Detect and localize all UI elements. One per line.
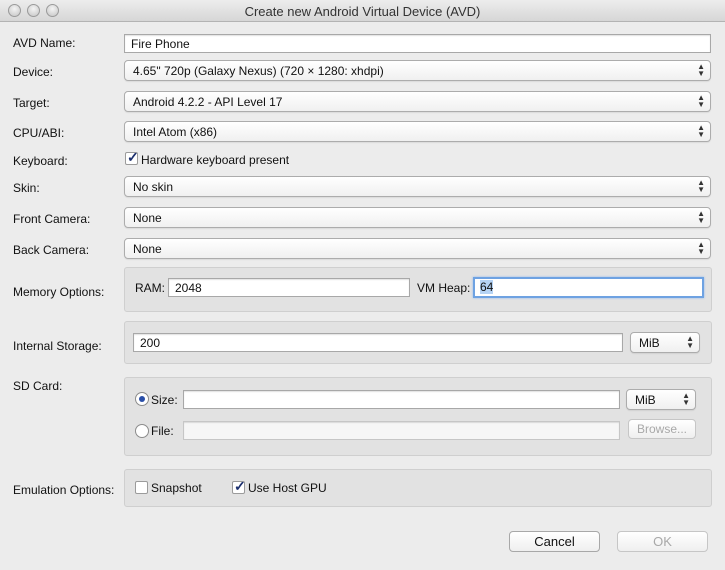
skin-label: Skin:	[13, 181, 40, 195]
back-camera-label: Back Camera:	[13, 243, 90, 257]
device-select-value: 4.65" 720p (Galaxy Nexus) (720 × 1280: x…	[133, 64, 384, 78]
select-arrows-icon: ▲ ▼	[682, 391, 690, 407]
vm-heap-input[interactable]: 64	[473, 277, 704, 298]
sd-card-label: SD Card:	[13, 379, 63, 393]
window-title: Create new Android Virtual Device (AVD)	[244, 4, 481, 19]
back-camera-select[interactable]: None ▲ ▼	[124, 238, 711, 259]
sd-size-unit-select[interactable]: MiB ▲ ▼	[626, 389, 696, 410]
front-camera-select-value: None	[133, 211, 162, 225]
avd-name-label: AVD Name:	[13, 36, 76, 50]
front-camera-label: Front Camera:	[13, 212, 91, 226]
select-arrows-icon: ▲ ▼	[697, 93, 705, 109]
vm-heap-label: VM Heap:	[417, 281, 471, 295]
back-camera-select-value: None	[133, 242, 162, 256]
sd-size-radio[interactable]	[135, 392, 149, 406]
keyboard-label: Keyboard:	[13, 154, 68, 168]
sd-file-label: File:	[151, 424, 174, 438]
cpu-abi-select[interactable]: Intel Atom (x86) ▲ ▼	[124, 121, 711, 142]
device-select[interactable]: 4.65" 720p (Galaxy Nexus) (720 × 1280: x…	[124, 60, 711, 81]
sd-file-radio[interactable]	[135, 424, 149, 438]
skin-select[interactable]: No skin ▲ ▼	[124, 176, 711, 197]
select-arrows-icon: ▲ ▼	[697, 62, 705, 78]
checkmark-icon: ✓	[127, 149, 139, 165]
radio-selected-dot	[139, 396, 145, 402]
target-select[interactable]: Android 4.2.2 - API Level 17 ▲ ▼	[124, 91, 711, 112]
internal-storage-input[interactable]: 200	[133, 333, 623, 352]
internal-storage-unit-value: MiB	[639, 336, 660, 350]
select-arrows-icon: ▲ ▼	[697, 209, 705, 225]
select-arrows-icon: ▲ ▼	[697, 178, 705, 194]
use-host-gpu-checkbox[interactable]: ✓	[232, 478, 246, 494]
hardware-keyboard-label: Hardware keyboard present	[141, 153, 290, 167]
sd-file-input[interactable]	[183, 421, 620, 440]
cancel-button[interactable]: Cancel	[509, 531, 600, 552]
target-select-value: Android 4.2.2 - API Level 17	[133, 95, 283, 109]
memory-options-label: Memory Options:	[13, 285, 105, 299]
title-bar: Create new Android Virtual Device (AVD)	[0, 0, 725, 22]
target-label: Target:	[13, 96, 50, 110]
select-arrows-icon: ▲ ▼	[686, 334, 694, 350]
browse-button[interactable]: Browse...	[628, 419, 696, 439]
ram-input[interactable]: 2048	[168, 278, 410, 297]
hardware-keyboard-checkbox[interactable]: ✓	[125, 149, 139, 165]
checkmark-icon: ✓	[234, 478, 246, 494]
cpu-abi-label: CPU/ABI:	[13, 126, 65, 140]
use-host-gpu-label: Use Host GPU	[248, 481, 327, 495]
skin-select-value: No skin	[133, 180, 174, 194]
sd-size-label: Size:	[151, 393, 178, 407]
device-label: Device:	[13, 65, 54, 79]
vm-heap-value: 64	[480, 280, 494, 294]
emulation-options-group	[124, 469, 712, 507]
ram-label: RAM:	[135, 281, 165, 295]
sd-size-unit-value: MiB	[635, 393, 656, 407]
sd-size-input[interactable]	[183, 390, 620, 409]
select-arrows-icon: ▲ ▼	[697, 123, 705, 139]
select-arrows-icon: ▲ ▼	[697, 240, 705, 256]
snapshot-label: Snapshot	[151, 481, 202, 495]
internal-storage-label: Internal Storage:	[13, 339, 102, 353]
ok-button[interactable]: OK	[617, 531, 708, 552]
cpu-abi-select-value: Intel Atom (x86)	[133, 125, 218, 139]
internal-storage-unit-select[interactable]: MiB ▲ ▼	[630, 332, 700, 353]
avd-name-input[interactable]: Fire Phone	[124, 34, 711, 53]
snapshot-checkbox[interactable]	[135, 481, 148, 494]
emulation-options-label: Emulation Options:	[13, 483, 115, 497]
front-camera-select[interactable]: None ▲ ▼	[124, 207, 711, 228]
sd-card-group	[124, 377, 712, 456]
